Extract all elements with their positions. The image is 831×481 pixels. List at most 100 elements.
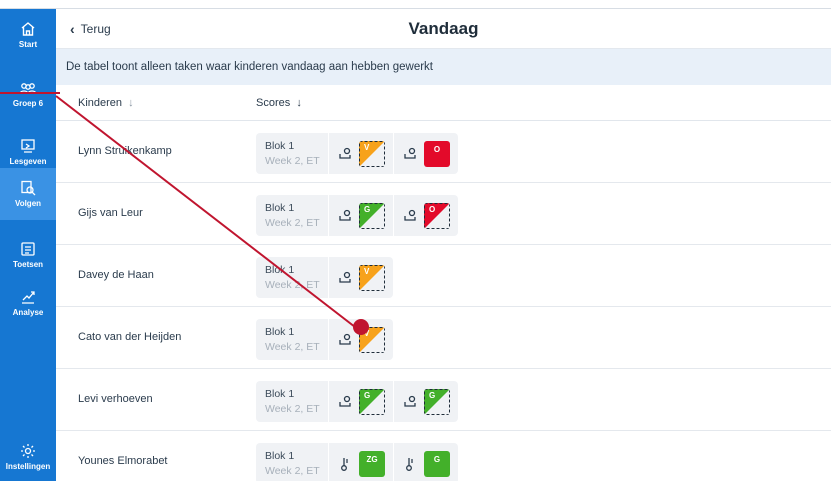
table-header: Kinderen ↓ Scores ↓ (56, 85, 831, 121)
score-group: Blok 1 Week 2, ET G O (256, 195, 458, 236)
blok-info: Blok 1 Week 2, ET (256, 195, 329, 236)
table-row[interactable]: Levi verhoeven Blok 1 Week 2, ET G G (56, 369, 831, 431)
score-tile-g[interactable]: G (359, 388, 385, 415)
sort-arrow-icon: ↓ (296, 97, 302, 109)
person-task-icon (404, 147, 416, 159)
table-row[interactable]: Gijs van Leur Blok 1 Week 2, ET G O (56, 183, 831, 245)
nav-instellingen[interactable]: Instellingen (0, 431, 56, 481)
score-tile-v[interactable]: V (359, 326, 385, 353)
score-cell[interactable]: G (329, 195, 394, 236)
week-label: Week 2, ET (265, 279, 320, 291)
score-text: O (429, 204, 436, 214)
score-text: G (429, 390, 436, 400)
score-group: Blok 1 Week 2, ET V (256, 257, 393, 298)
thermometer-icon (341, 457, 348, 471)
score-tile-g[interactable]: G (359, 202, 385, 229)
blok-label: Blok 1 (265, 450, 295, 462)
home-icon (21, 22, 35, 36)
score-tile-o[interactable]: O (424, 202, 450, 229)
person-task-icon (404, 395, 416, 407)
score-cell[interactable]: G (394, 381, 458, 422)
person-task-icon (339, 271, 351, 283)
col-children-label: Kinderen (78, 97, 123, 109)
sort-arrow-icon: ↓ (128, 97, 134, 109)
child-name: Younes Elmorabet (78, 455, 168, 467)
child-name: Lynn Struikenkamp (78, 145, 172, 157)
group-icon (19, 83, 37, 95)
week-label: Week 2, ET (265, 341, 320, 353)
child-name: Levi verhoeven (78, 393, 153, 405)
score-text: G (433, 454, 441, 464)
child-name: Gijs van Leur (78, 207, 143, 219)
score-text: G (364, 204, 371, 214)
blok-label: Blok 1 (265, 202, 295, 214)
page-title: Vandaag (408, 19, 479, 38)
person-task-icon (339, 147, 351, 159)
table-row[interactable]: Younes Elmorabet Blok 1 Week 2, ET ZG G (56, 431, 831, 481)
score-text: V (364, 142, 370, 152)
score-cell[interactable]: V (329, 319, 393, 360)
nav-toetsen[interactable]: Toetsen (0, 229, 56, 281)
sort-children-button[interactable]: Kinderen ↓ (78, 97, 134, 109)
nav-group-label: Groep 6 (12, 99, 44, 108)
nav-analyse-label: Analyse (12, 308, 44, 317)
score-tile-o[interactable]: O (424, 140, 450, 167)
score-cell[interactable]: O (394, 195, 458, 236)
score-group: Blok 1 Week 2, ET G G (256, 381, 458, 422)
person-task-icon (339, 333, 351, 345)
nav-volgen-label: Volgen (14, 199, 42, 208)
score-cell[interactable]: G (394, 443, 458, 481)
score-text: V (364, 328, 370, 338)
score-cell[interactable]: ZG (329, 443, 394, 481)
score-cell[interactable]: O (394, 133, 458, 174)
sort-scores-button[interactable]: Scores ↓ (256, 97, 302, 109)
nav-start[interactable]: Start (0, 9, 56, 61)
blok-info: Blok 1 Week 2, ET (256, 133, 329, 174)
score-tile-g[interactable]: G (424, 388, 450, 415)
follow-icon (21, 180, 36, 196)
nav-instellingen-label: Instellingen (5, 462, 51, 471)
score-group: Blok 1 Week 2, ET V (256, 319, 393, 360)
settings-icon (21, 444, 35, 458)
nav-analyse[interactable]: Analyse (0, 277, 56, 329)
score-text: ZG (366, 454, 378, 464)
score-tile-zg[interactable]: ZG (359, 450, 385, 477)
table-row[interactable]: Cato van der Heijden Blok 1 Week 2, ET V (56, 307, 831, 369)
table-row[interactable]: Davey de Haan Blok 1 Week 2, ET V (56, 245, 831, 307)
nav-group[interactable]: Groep 6 (0, 69, 56, 121)
blok-label: Blok 1 (265, 264, 295, 276)
person-task-icon (339, 209, 351, 221)
score-group: Blok 1 Week 2, ET ZG G (256, 443, 458, 481)
top-bar (0, 0, 831, 9)
test-icon (21, 242, 35, 256)
nav-volgen[interactable]: Volgen (0, 168, 56, 220)
person-task-icon (404, 209, 416, 221)
blok-info: Blok 1 Week 2, ET (256, 443, 329, 481)
score-tile-v[interactable]: V (359, 264, 385, 291)
person-task-icon (339, 395, 351, 407)
week-label: Week 2, ET (265, 155, 320, 167)
nav-start-label: Start (18, 40, 38, 49)
blok-label: Blok 1 (265, 388, 295, 400)
score-cell[interactable]: V (329, 257, 393, 298)
nav-lesgeven-label: Lesgeven (9, 157, 47, 166)
score-tile-v[interactable]: V (359, 140, 385, 167)
child-name: Davey de Haan (78, 269, 154, 281)
score-cell[interactable]: G (329, 381, 394, 422)
score-text: V (364, 266, 370, 276)
app-root: Start Groep 6 Lesgeven Volgen Toetsen An… (0, 0, 831, 481)
score-tile-g[interactable]: G (424, 450, 450, 477)
teach-icon (21, 139, 35, 153)
nav-toetsen-label: Toetsen (12, 260, 44, 269)
score-group: Blok 1 Week 2, ET V O (256, 133, 458, 174)
analysis-icon (22, 291, 35, 304)
blok-label: Blok 1 (265, 326, 295, 338)
info-banner: De tabel toont alleen taken waar kindere… (56, 49, 831, 85)
week-label: Week 2, ET (265, 217, 320, 229)
blok-info: Blok 1 Week 2, ET (256, 319, 329, 360)
table-row[interactable]: Lynn Struikenkamp Blok 1 Week 2, ET V O (56, 121, 831, 183)
thermometer-icon (406, 457, 413, 471)
blok-info: Blok 1 Week 2, ET (256, 257, 329, 298)
child-name: Cato van der Heijden (78, 331, 182, 343)
score-cell[interactable]: V (329, 133, 394, 174)
